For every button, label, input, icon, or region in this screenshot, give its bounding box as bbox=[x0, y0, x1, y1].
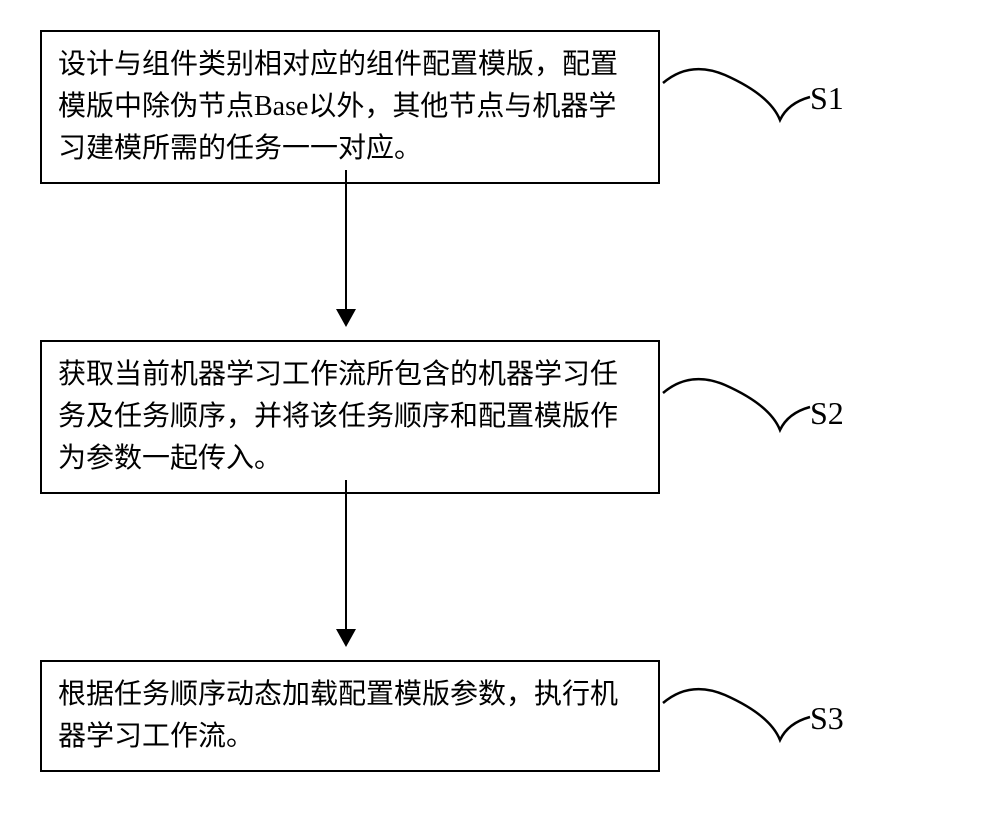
step-box-1: 设计与组件类别相对应的组件配置模版，配置模版中除伪节点Base以外，其他节点与机… bbox=[40, 30, 660, 184]
step-box-2: 获取当前机器学习工作流所包含的机器学习任务及任务顺序，并将该任务顺序和配置模版作… bbox=[40, 340, 660, 494]
step-label-2: S2 bbox=[810, 395, 844, 432]
step-label-1: S1 bbox=[810, 80, 844, 117]
connector-curve-1 bbox=[660, 55, 820, 135]
step-text-2: 获取当前机器学习工作流所包含的机器学习任务及任务顺序，并将该任务顺序和配置模版作… bbox=[58, 359, 618, 474]
step-text-3: 根据任务顺序动态加载配置模版参数，执行机器学习工作流。 bbox=[58, 679, 618, 752]
arrow-1-to-2 bbox=[345, 170, 347, 325]
arrow-2-to-3 bbox=[345, 480, 347, 645]
flowchart-container: 设计与组件类别相对应的组件配置模版，配置模版中除伪节点Base以外，其他节点与机… bbox=[0, 0, 1000, 832]
step-text-1: 设计与组件类别相对应的组件配置模版，配置模版中除伪节点Base以外，其他节点与机… bbox=[58, 49, 618, 164]
connector-curve-2 bbox=[660, 365, 820, 445]
step-label-3: S3 bbox=[810, 700, 844, 737]
step-box-3: 根据任务顺序动态加载配置模版参数，执行机器学习工作流。 bbox=[40, 660, 660, 772]
connector-curve-3 bbox=[660, 675, 820, 755]
